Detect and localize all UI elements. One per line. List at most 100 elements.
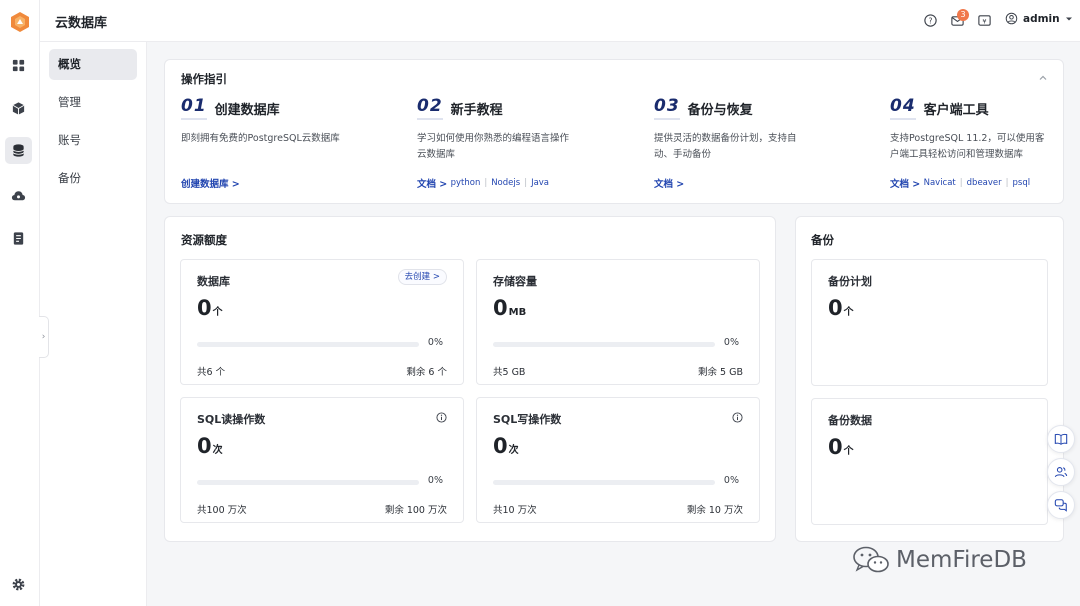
backup-docs-link-text[interactable]: 文档 > [654, 176, 684, 190]
backup-docs-link[interactable]: 文档 > [654, 176, 684, 190]
card-value: 0次 [493, 434, 519, 458]
chat-float-button[interactable] [1047, 491, 1075, 519]
help-icon[interactable]: ? [923, 13, 938, 28]
nav-item-manage[interactable]: 管理 [49, 87, 137, 118]
sidebar-collapse-toggle[interactable]: › [39, 316, 49, 358]
tutorial-docs-link[interactable]: 文档 > [417, 176, 447, 190]
step-number: 01 [181, 96, 207, 120]
value-number: 0 [493, 434, 508, 458]
java-link[interactable]: Java [531, 178, 549, 188]
chevron-up-icon[interactable] [1038, 73, 1048, 83]
link-separator: | [524, 178, 528, 188]
link-separator: | [1005, 178, 1009, 188]
card-value: 0个 [828, 296, 854, 320]
python-link[interactable]: python [451, 178, 481, 188]
guide-step-create: 01 创建数据库 [181, 96, 401, 120]
value-unit: 次 [212, 445, 223, 456]
chat-icon [1054, 499, 1067, 512]
navicat-link[interactable]: Navicat [924, 178, 956, 188]
client-docs-link[interactable]: 文档 > [890, 176, 920, 190]
step-description: 支持PostgreSQL 11.2，可以使用客户端工具轻松访问和管理数据库 [890, 133, 1045, 160]
info-icon[interactable] [436, 412, 447, 423]
book-icon [1054, 433, 1068, 445]
settings-icon[interactable] [5, 571, 32, 598]
top-header: 云数据库 ? 3 ¥ admin [40, 0, 1080, 42]
user-avatar-icon [1005, 12, 1018, 25]
dashboard-icon[interactable] [5, 52, 32, 79]
quota-remaining: 剩余 10 万次 [686, 505, 743, 516]
quota-total: 共5 GB [493, 367, 526, 378]
document-icon[interactable] [5, 225, 32, 252]
progress-bar [493, 480, 715, 485]
card-label: 存储容量 [493, 275, 537, 288]
info-icon[interactable] [732, 412, 743, 423]
secondary-nav: 概览 管理 账号 备份 [40, 0, 147, 606]
card-label: 数据库 [197, 275, 230, 288]
nav-item-overview[interactable]: 概览 [49, 49, 137, 80]
value-unit: 个 [212, 307, 223, 318]
username: admin [1023, 12, 1060, 25]
step-number: 02 [417, 96, 443, 120]
value-number: 0 [828, 435, 843, 459]
app-logo-icon[interactable] [9, 11, 31, 33]
cube-icon[interactable] [5, 95, 32, 122]
progress-bar [493, 342, 715, 347]
dbeaver-link[interactable]: dbeaver [967, 178, 1002, 188]
watermark-text: MemFireDB [896, 547, 1027, 573]
link-separator: | [959, 178, 963, 188]
create-database-link-text[interactable]: 创建数据库 > [181, 176, 240, 190]
value-number: 0 [493, 296, 508, 320]
database-icon[interactable] [5, 137, 32, 164]
card-label: 备份计划 [828, 275, 872, 288]
billing-icon[interactable]: ¥ [977, 13, 992, 28]
watermark: MemFireDB [852, 545, 1027, 575]
progress-percent: 0% [723, 475, 739, 486]
caret-down-icon [1065, 17, 1072, 20]
go-create-button[interactable]: 去创建 > [397, 269, 447, 285]
card-value: 0个 [828, 435, 854, 459]
guide-step-backup: 03 备份与恢复 [654, 96, 874, 120]
guide-title: 操作指引 [181, 72, 227, 86]
quota-card-databases: 数据库 去创建 > 0个 0% 共6 个 剩余 6 个 [180, 259, 464, 385]
card-label: SQL读操作数 [197, 413, 266, 426]
svg-text:?: ? [929, 16, 933, 25]
value-unit: MB [508, 307, 527, 318]
step-title: 备份与恢复 [687, 102, 753, 118]
users-icon [1054, 467, 1068, 478]
create-database-link[interactable]: 创建数据库 > [181, 176, 240, 190]
quota-total: 共6 个 [197, 367, 226, 378]
card-value: 0 MB [493, 296, 526, 320]
link-separator: | [484, 178, 488, 188]
guide-step-tutorial: 02 新手教程 [417, 96, 637, 120]
client-tools-links: 文档 > Navicat | dbeaver | psql [890, 176, 1030, 190]
quota-total: 共10 万次 [493, 505, 537, 516]
quota-card-sql-reads: SQL读操作数 0次 0% 共100 万次 剩余 100 万次 [180, 397, 464, 523]
step-description: 提供灵活的数据备份计划，支持自动、手动备份 [654, 133, 797, 160]
nodejs-link[interactable]: Nodejs [491, 178, 520, 188]
progress-bar [197, 480, 419, 485]
progress-percent: 0% [427, 337, 443, 348]
user-menu[interactable]: admin [1005, 12, 1073, 25]
card-label: 备份数据 [828, 414, 872, 427]
quota-card-storage: 存储容量 0 MB 0% 共5 GB 剩余 5 GB [476, 259, 760, 385]
svg-text:¥: ¥ [982, 17, 986, 25]
value-unit: 个 [843, 446, 854, 457]
nav-item-accounts[interactable]: 账号 [49, 125, 137, 156]
backup-title: 备份 [811, 233, 834, 247]
nav-item-backup[interactable]: 备份 [49, 163, 137, 194]
step-description: 学习如何使用你熟悉的编程语言操作云数据库 [417, 133, 570, 160]
app-title: 云数据库 [55, 16, 108, 31]
card-value: 0次 [197, 434, 223, 458]
value-unit: 个 [843, 307, 854, 318]
quota-remaining: 剩余 6 个 [406, 367, 447, 378]
psql-link[interactable]: psql [1013, 178, 1031, 188]
value-number: 0 [197, 434, 212, 458]
notification-badge: 3 [957, 9, 969, 21]
progress-percent: 0% [427, 475, 443, 486]
docs-float-button[interactable] [1047, 425, 1075, 453]
cloud-icon[interactable] [5, 182, 32, 209]
backup-card-data: 备份数据 0个 [811, 398, 1048, 525]
quota-title: 资源额度 [181, 233, 227, 247]
quota-remaining: 剩余 5 GB [698, 367, 743, 378]
contact-float-button[interactable] [1047, 458, 1075, 486]
